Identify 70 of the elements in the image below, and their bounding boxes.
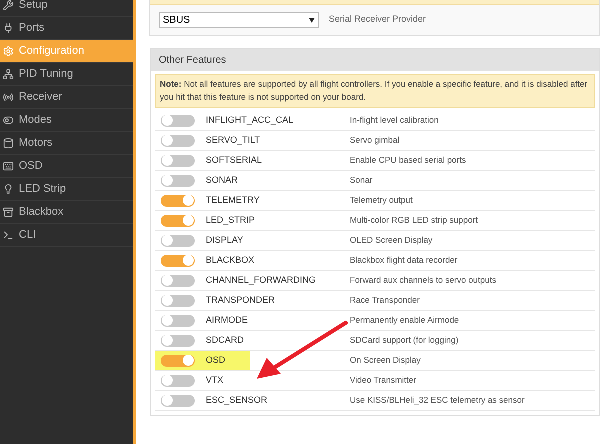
feature-name: ESC_SENSOR: [206, 394, 268, 407]
sidebar-item[interactable]: Setup: [0, 0, 133, 17]
feature-description: Servo gimbal: [350, 134, 400, 147]
provider-label: Serial Receiver Provider: [329, 13, 426, 26]
settings-icon: [3, 46, 14, 56]
toggle-switch[interactable]: [161, 314, 195, 326]
archive-icon: [3, 206, 14, 218]
feature-name: CHANNEL_FORWARDING: [206, 274, 316, 287]
provider-select[interactable]: SBUS: [159, 12, 319, 28]
keyboard-icon: [3, 160, 14, 172]
toggle-switch[interactable]: [161, 154, 195, 166]
feature-name: VTX: [206, 374, 224, 387]
toggle-switch[interactable]: [161, 214, 195, 226]
feature-description: Telemetry output: [350, 194, 413, 207]
toggle-switch[interactable]: [161, 334, 195, 346]
feature-description: Video Transmitter: [350, 374, 416, 387]
cylinder-icon: [3, 138, 14, 148]
toggle-switch[interactable]: [161, 254, 195, 266]
feature-description: Forward aux channels to servo outputs: [350, 274, 496, 287]
note-text: Note: Not all features are supported by all flight controllers. If you enable a specific feature, and it is disabled after you hit that this feature is not supported on your board.: [155, 74, 595, 108]
sidebar-item[interactable]: OSD: [0, 155, 133, 178]
feature-description: Multi-color RGB LED strip support: [350, 214, 478, 227]
toggle-switch[interactable]: [161, 294, 195, 306]
toggle-switch[interactable]: [161, 174, 195, 186]
sidebar-item[interactable]: PID Tuning: [0, 63, 133, 86]
lightbulb-icon: [3, 184, 14, 194]
feature-name: SERVO_TILT: [206, 134, 260, 147]
feature-description: Enable CPU based serial ports: [350, 154, 466, 167]
feature-name: AIRMODE: [206, 314, 248, 327]
feature-description: On Screen Display: [350, 354, 421, 367]
toggle-switch[interactable]: [161, 394, 195, 406]
feature-name: SDCARD: [206, 334, 244, 347]
feature-name: TRANSPONDER: [206, 294, 276, 307]
feature-description: In-flight level calibration: [350, 114, 439, 127]
toggle-switch[interactable]: [161, 194, 195, 206]
feature-name: OSD: [206, 354, 226, 367]
feature-description: OLED Screen Display: [350, 234, 433, 247]
feature-name: LED_STRIP: [206, 214, 256, 227]
sidebar-item[interactable]: Motors: [0, 132, 133, 155]
caret-icon: [309, 18, 315, 22]
panel-header: Other Features: [151, 49, 599, 71]
toggle-switch[interactable]: [161, 234, 195, 246]
sidebar-item[interactable]: Blackbox: [0, 201, 133, 224]
feature-description: Blackbox flight data recorder: [350, 254, 458, 267]
plug-icon: [3, 22, 14, 34]
terminal-icon: [3, 230, 14, 240]
toggle-icon: [3, 114, 14, 126]
radio-icon: [3, 92, 14, 102]
sidebar-item[interactable]: LED Strip: [0, 178, 133, 201]
feature-description: Use KISS/BLHeli_32 ESC telemetry as sensor: [350, 394, 525, 407]
feature-name: TELEMETRY: [206, 194, 260, 207]
toggle-switch[interactable]: [161, 354, 195, 366]
sidebar-item[interactable]: Modes: [0, 109, 133, 132]
network-icon: [3, 68, 14, 80]
sidebar-item[interactable]: Receiver: [0, 86, 133, 109]
feature-name: DISPLAY: [206, 234, 244, 247]
feature-name: SONAR: [206, 174, 238, 187]
feature-name: BLACKBOX: [206, 254, 255, 267]
sidebar-item[interactable]: CLI: [0, 224, 133, 247]
feature-description: Permanently enable Airmode: [350, 314, 460, 327]
feature-description: Sonar: [350, 174, 373, 187]
feature-description: SDCard support (for logging): [350, 334, 459, 347]
feature-name: INFLIGHT_ACC_CAL: [206, 114, 294, 127]
wrench-icon: [3, 0, 14, 10]
toggle-switch[interactable]: [161, 374, 195, 386]
feature-description: Race Transponder: [350, 294, 420, 307]
toggle-switch[interactable]: [161, 274, 195, 286]
toggle-switch[interactable]: [161, 114, 195, 126]
toggle-switch[interactable]: [161, 134, 195, 146]
feature-name: SOFTSERIAL: [206, 154, 262, 167]
